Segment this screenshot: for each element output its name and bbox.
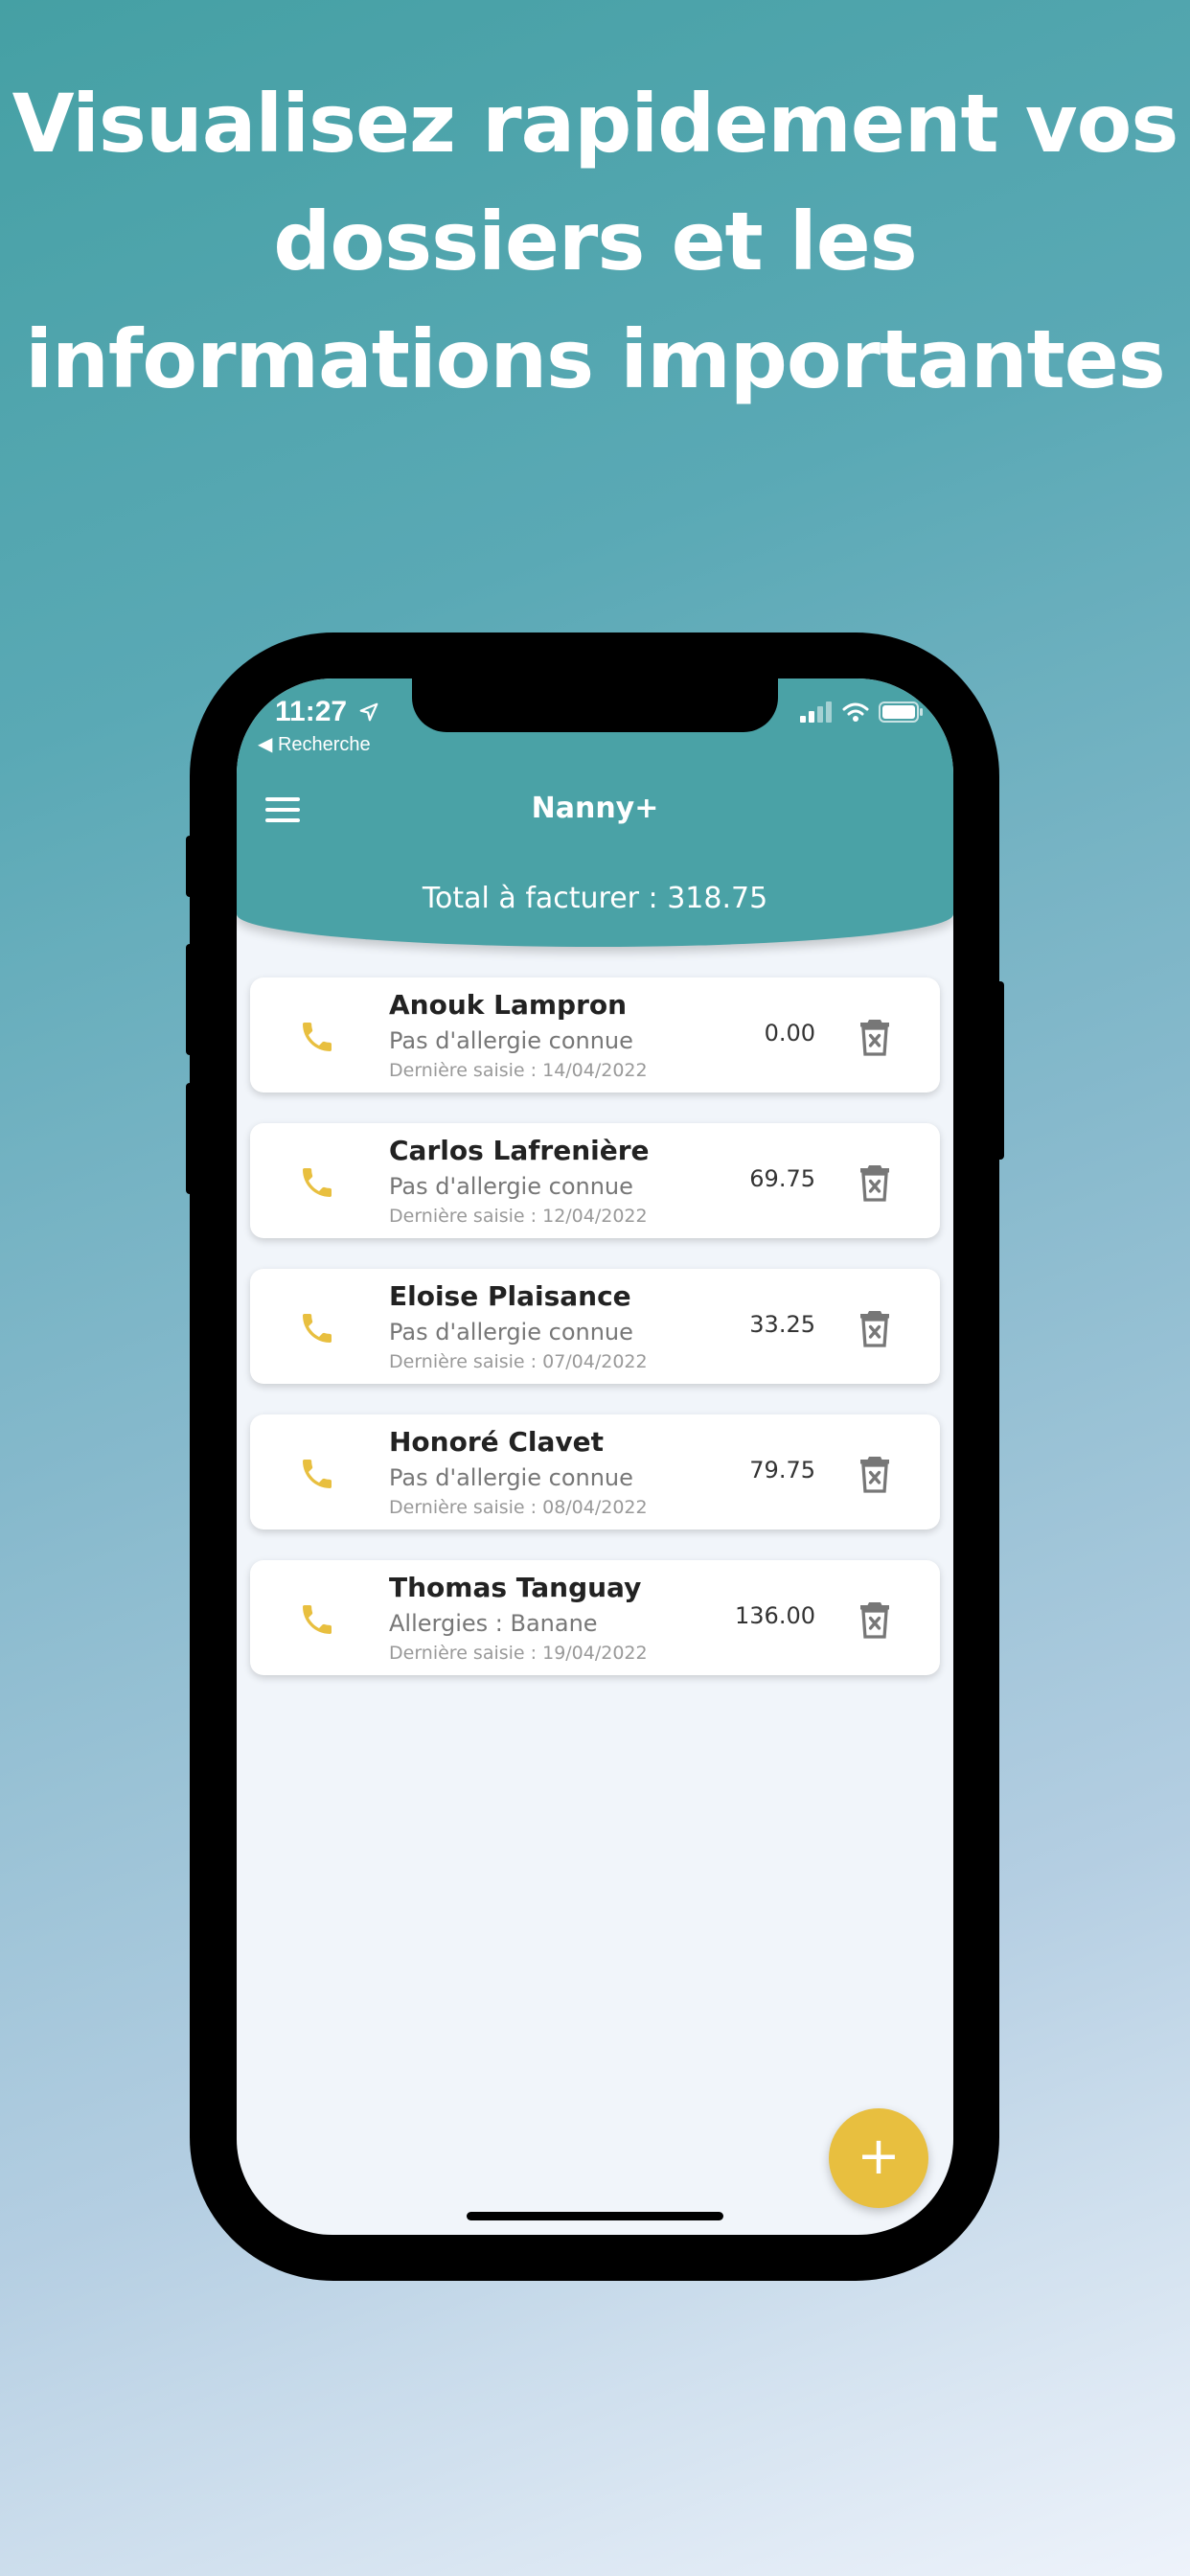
record-amount: 136.00	[735, 1602, 815, 1629]
mute-switch	[186, 836, 195, 897]
record-amount: 79.75	[749, 1457, 815, 1484]
location-arrow-icon	[360, 702, 378, 722]
phone-icon[interactable]	[298, 1309, 336, 1347]
phone-icon[interactable]	[298, 1455, 336, 1493]
record-name: Carlos Lafrenière	[389, 1135, 650, 1166]
record-note: Pas d'allergie connue	[389, 1319, 633, 1346]
record-amount: 0.00	[764, 1020, 815, 1046]
trash-icon[interactable]	[858, 1309, 892, 1347]
status-time-text: 11:27	[275, 696, 348, 727]
record-last-entry: Dernière saisie : 08/04/2022	[389, 1497, 648, 1518]
app-title: Nanny+	[531, 792, 659, 825]
app-screen: 11:27 ◀ Recherche Nanny+ Total à facture…	[237, 678, 953, 2235]
power-button	[995, 981, 1004, 1160]
record-note: Pas d'allergie connue	[389, 1464, 633, 1491]
list-item[interactable]: Anouk Lampron Pas d'allergie connue Dern…	[250, 978, 940, 1092]
back-to-search-link[interactable]: ◀ Recherche	[258, 732, 371, 756]
trash-icon[interactable]	[858, 1455, 892, 1493]
list-item[interactable]: Carlos Lafrenière Pas d'allergie connue …	[250, 1123, 940, 1238]
list-item[interactable]: Thomas Tanguay Allergies : Banane Derniè…	[250, 1560, 940, 1675]
list-item[interactable]: Honoré Clavet Pas d'allergie connue Dern…	[250, 1414, 940, 1530]
phone-notch	[412, 678, 778, 732]
trash-icon[interactable]	[858, 1018, 892, 1056]
list-item[interactable]: Eloise Plaisance Pas d'allergie connue D…	[250, 1269, 940, 1384]
phone-icon[interactable]	[298, 1018, 336, 1056]
record-note: Pas d'allergie connue	[389, 1173, 633, 1200]
headline-line-1: Visualisez rapidement vos	[11, 77, 1179, 171]
phone-icon[interactable]	[298, 1600, 336, 1639]
record-name: Thomas Tanguay	[389, 1572, 642, 1603]
headline-line-2: dossiers et les	[273, 195, 917, 288]
total-to-invoice: Total à facturer : 318.75	[422, 882, 768, 915]
add-record-button[interactable]: +	[829, 2108, 928, 2208]
record-note: Pas d'allergie connue	[389, 1027, 633, 1054]
record-amount: 33.25	[749, 1311, 815, 1338]
marketing-headline: Visualisez rapidement vos dossiers et le…	[0, 65, 1190, 419]
record-amount: 69.75	[749, 1165, 815, 1192]
record-name: Honoré Clavet	[389, 1426, 605, 1458]
home-indicator	[467, 2212, 723, 2220]
record-last-entry: Dernière saisie : 12/04/2022	[389, 1206, 648, 1227]
record-last-entry: Dernière saisie : 14/04/2022	[389, 1060, 648, 1081]
record-name: Anouk Lampron	[389, 989, 628, 1021]
battery-icon	[879, 702, 923, 723]
record-last-entry: Dernière saisie : 07/04/2022	[389, 1351, 648, 1372]
status-time: 11:27	[275, 696, 379, 728]
trash-icon[interactable]	[858, 1163, 892, 1202]
cellular-signal-icon	[800, 702, 832, 723]
record-note: Allergies : Banane	[389, 1610, 598, 1637]
headline-line-3: informations importantes	[25, 312, 1166, 406]
status-icons	[800, 702, 925, 723]
volume-up-button	[186, 944, 195, 1055]
trash-icon[interactable]	[858, 1600, 892, 1639]
phone-icon[interactable]	[298, 1163, 336, 1202]
wifi-icon	[842, 702, 869, 722]
record-last-entry: Dernière saisie : 19/04/2022	[389, 1643, 648, 1664]
record-name: Eloise Plaisance	[389, 1280, 631, 1312]
volume-down-button	[186, 1083, 195, 1194]
